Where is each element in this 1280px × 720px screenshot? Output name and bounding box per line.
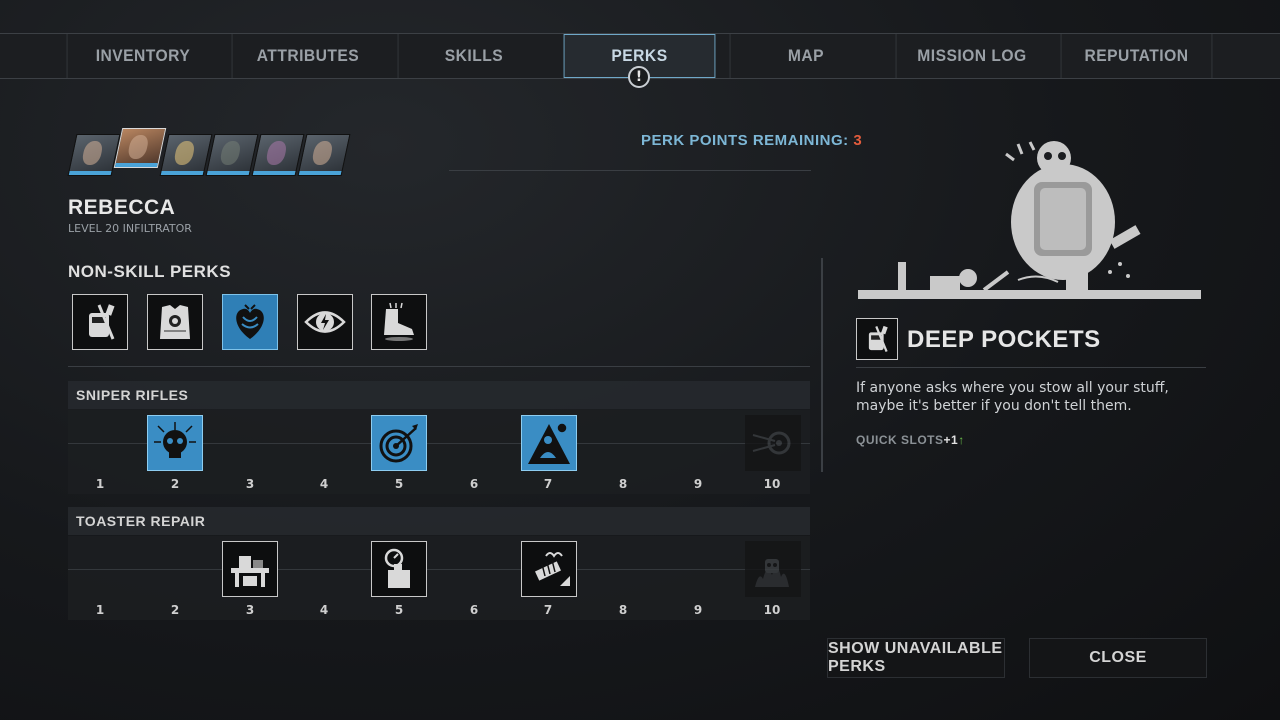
- track-level-10: 10: [763, 477, 781, 491]
- track-header-sniper-rifles: SNIPER RIFLES: [68, 381, 810, 409]
- portrait-party-member-3[interactable]: [159, 134, 213, 176]
- track-level-6: 6: [469, 477, 479, 491]
- perk-node-sniper-5[interactable]: [371, 415, 427, 471]
- boot-icon: [384, 302, 414, 341]
- perk-illustration: [858, 141, 1201, 299]
- track-level-9: 9: [693, 603, 703, 617]
- target-locked-icon: [752, 431, 791, 455]
- track-level-4: 4: [319, 477, 329, 491]
- detail-perk-icon: [856, 318, 898, 360]
- track-header-toaster-repair: TOASTER REPAIR: [68, 507, 810, 535]
- track-level-8: 8: [618, 603, 628, 617]
- tab-mission-log[interactable]: MISSION LOG: [895, 34, 1048, 78]
- perk-node-toaster-5[interactable]: [371, 541, 427, 597]
- track-toaster-repair: 1 2 3 4 5 6 7 8 9 10: [68, 536, 810, 620]
- drill-spring-icon: [535, 552, 570, 586]
- track-level-2: 2: [170, 603, 180, 617]
- perks-alert-icon: !: [628, 66, 650, 88]
- workbench-icon: [231, 556, 269, 587]
- track-level-2: 2: [170, 477, 180, 491]
- tab-map[interactable]: MAP: [729, 34, 882, 78]
- detail-perk-description: If anyone asks where you stow all your s…: [856, 380, 1169, 414]
- portrait-rebecca[interactable]: [113, 128, 167, 168]
- eye-lightning-icon: [304, 311, 346, 333]
- track-level-10: 10: [763, 603, 781, 617]
- skull-burst-icon: [154, 422, 196, 458]
- track-title: SNIPER RIFLES: [76, 387, 189, 403]
- divider: [449, 170, 811, 171]
- track-level-1: 1: [95, 477, 105, 491]
- toaster-timer-icon: [384, 548, 410, 588]
- track-level-9: 9: [693, 477, 703, 491]
- character-subtitle: LEVEL 20 INFILTRATOR: [68, 222, 192, 235]
- armor-vest-icon: [160, 305, 190, 339]
- perk-node-sniper-7[interactable]: [521, 415, 577, 471]
- track-level-1: 1: [95, 603, 105, 617]
- vertical-divider: [821, 258, 823, 472]
- close-button[interactable]: CLOSE: [1029, 638, 1207, 678]
- portrait-party-member-4[interactable]: [205, 134, 259, 176]
- backpack-rifle-icon: [868, 325, 888, 352]
- heart-muscle-icon: [236, 304, 264, 339]
- bonus-label: QUICK SLOTS: [856, 433, 944, 447]
- portrait-party-member-5[interactable]: [251, 134, 305, 176]
- perk-node-sniper-10[interactable]: [745, 415, 801, 471]
- perk-armor[interactable]: [147, 294, 203, 350]
- detail-perk-bonus: QUICK SLOTS+1↑: [856, 433, 965, 447]
- backpack-rifle-icon: [89, 304, 115, 340]
- perk-points-label: PERK POINTS REMAINING:: [641, 132, 854, 149]
- character-name: REBECCA: [68, 196, 176, 219]
- track-level-6: 6: [469, 603, 479, 617]
- perk-points-remaining: PERK POINTS REMAINING: 3: [641, 132, 862, 149]
- tab-attributes[interactable]: ATTRIBUTES: [231, 34, 384, 78]
- meditate-icon: [528, 422, 570, 464]
- perk-node-toaster-7[interactable]: [521, 541, 577, 597]
- track-sniper-rifles: 1 2 3 4 5 6 7 8 9 10: [68, 410, 810, 494]
- burning-robot-icon: [755, 559, 789, 587]
- arrow-up-icon: ↑: [958, 433, 965, 447]
- portrait-party-member-6[interactable]: [297, 134, 351, 176]
- track-level-5: 5: [394, 477, 404, 491]
- show-unavailable-perks-button[interactable]: SHOW UNAVAILABLE PERKS: [827, 638, 1005, 678]
- perk-node-toaster-3[interactable]: [222, 541, 278, 597]
- track-level-3: 3: [245, 477, 255, 491]
- bullseye-arrow-icon: [379, 424, 418, 463]
- track-level-4: 4: [319, 603, 329, 617]
- divider: [68, 366, 810, 367]
- perk-boot[interactable]: [371, 294, 427, 350]
- perk-node-sniper-2[interactable]: [147, 415, 203, 471]
- portrait-party-member-1[interactable]: [67, 134, 121, 176]
- track-level-3: 3: [245, 603, 255, 617]
- non-skill-perks-title: NON-SKILL PERKS: [68, 262, 232, 281]
- track-line: [68, 569, 810, 570]
- bonus-value: +1: [943, 433, 959, 447]
- track-level-7: 7: [543, 603, 553, 617]
- tab-inventory[interactable]: INVENTORY: [66, 34, 219, 78]
- perk-deep-pockets[interactable]: [72, 294, 128, 350]
- detail-perk-title: DEEP POCKETS: [907, 326, 1101, 353]
- divider: [856, 367, 1206, 368]
- track-level-8: 8: [618, 477, 628, 491]
- perk-eye-lightning[interactable]: [297, 294, 353, 350]
- track-level-7: 7: [543, 477, 553, 491]
- tab-reputation[interactable]: REPUTATION: [1060, 34, 1213, 78]
- track-level-5: 5: [394, 603, 404, 617]
- tab-skills[interactable]: SKILLS: [397, 34, 550, 78]
- track-title: TOASTER REPAIR: [76, 513, 206, 529]
- perk-node-toaster-10[interactable]: [745, 541, 801, 597]
- perk-heart-muscle[interactable]: [222, 294, 278, 350]
